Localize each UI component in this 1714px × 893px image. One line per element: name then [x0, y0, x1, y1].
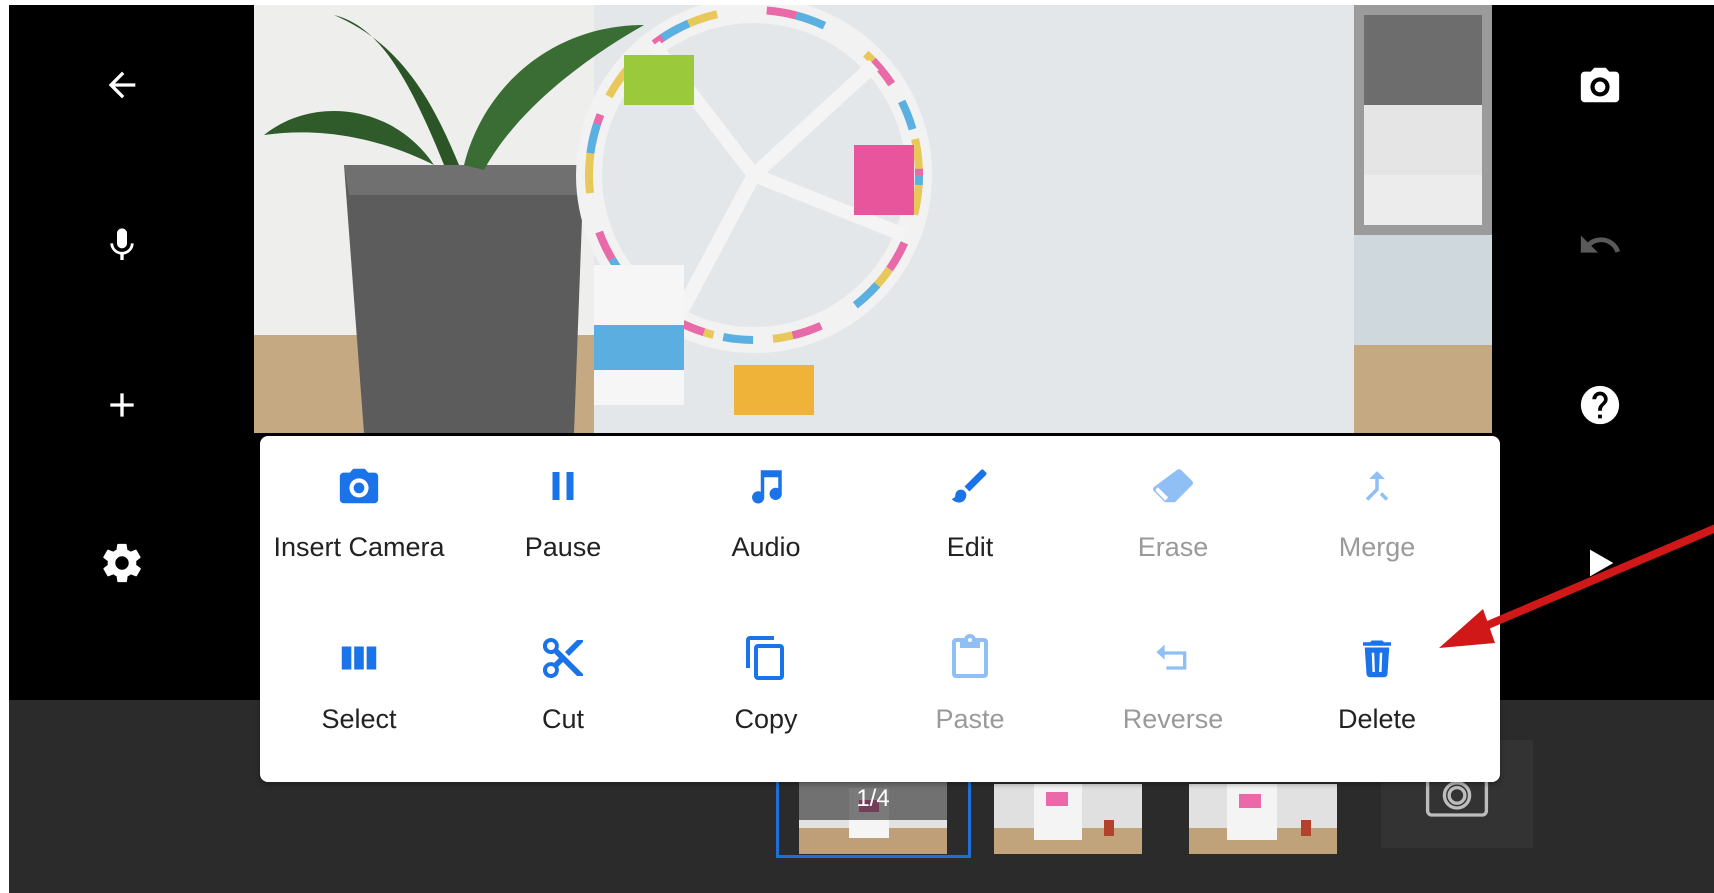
frame-thumbnail-2[interactable]: [994, 784, 1142, 860]
menu-pause[interactable]: Pause: [463, 436, 663, 596]
menu-merge-label: Merge: [1338, 532, 1416, 562]
menu-copy[interactable]: Copy: [666, 608, 866, 768]
copy-icon: [746, 636, 784, 680]
select-frames-icon: [341, 646, 377, 670]
menu-edit[interactable]: Edit: [870, 436, 1070, 596]
menu-pause-label: Pause: [524, 532, 602, 562]
menu-cut-label: Cut: [541, 704, 585, 734]
frame-counter: 1/4: [799, 778, 947, 820]
right-toolbar: [1484, 5, 1714, 700]
merge-icon: [1365, 471, 1389, 501]
menu-merge[interactable]: Merge: [1277, 436, 1477, 596]
play-icon: [1590, 549, 1614, 577]
brush-icon: [951, 469, 987, 503]
menu-select-label: Select: [321, 704, 397, 734]
plus-icon: [110, 393, 134, 417]
gear-icon: [103, 543, 141, 583]
reverse-icon: [1156, 644, 1187, 670]
menu-cut[interactable]: Cut: [463, 608, 663, 768]
menu-erase-label: Erase: [1137, 532, 1209, 562]
menu-reverse-label: Reverse: [1122, 704, 1224, 734]
left-toolbar: [9, 5, 254, 700]
back-button[interactable]: [92, 55, 152, 115]
eraser-icon: [1153, 469, 1193, 503]
menu-audio[interactable]: Audio: [666, 436, 866, 596]
camera-icon: [1580, 67, 1620, 103]
menu-copy-label: Copy: [734, 704, 798, 734]
help-icon: [1580, 385, 1620, 425]
menu-reverse[interactable]: Reverse: [1073, 608, 1273, 768]
app-frame: 1/4 Insert Camera Pause Audio Edit Erase…: [9, 5, 1714, 893]
undo-button[interactable]: [1570, 215, 1630, 275]
capture-button[interactable]: [1570, 55, 1630, 115]
pause-icon: [552, 472, 574, 500]
frame-thumbnail-2-image: [994, 784, 1142, 854]
back-arrow-icon: [108, 71, 136, 99]
menu-erase[interactable]: Erase: [1073, 436, 1273, 596]
record-audio-button[interactable]: [92, 215, 152, 275]
camera-icon: [339, 468, 379, 504]
settings-button[interactable]: [92, 533, 152, 593]
menu-delete-label: Delete: [1337, 704, 1417, 734]
menu-paste-label: Paste: [935, 704, 1005, 734]
camera-preview: [254, 5, 1492, 433]
menu-delete[interactable]: Delete: [1277, 608, 1477, 768]
trash-icon: [1363, 640, 1391, 678]
menu-audio-label: Audio: [731, 532, 801, 562]
menu-edit-label: Edit: [946, 532, 994, 562]
play-button[interactable]: [1570, 533, 1630, 593]
clipboard-icon: [952, 634, 988, 678]
frame-thumbnail-1[interactable]: 1/4: [799, 778, 947, 854]
frame-thumbnail-3-image: [1189, 784, 1337, 854]
menu-insert-camera-label: Insert Camera: [273, 532, 445, 562]
help-button[interactable]: [1570, 375, 1630, 435]
microphone-icon: [110, 228, 134, 260]
frame-thumbnail-3[interactable]: [1189, 784, 1337, 860]
menu-select[interactable]: Select: [259, 608, 459, 768]
scissors-icon: [542, 638, 583, 679]
menu-paste[interactable]: Paste: [870, 608, 1070, 768]
undo-icon: [1580, 235, 1621, 253]
add-button[interactable]: [92, 375, 152, 435]
menu-insert-camera[interactable]: Insert Camera: [259, 436, 459, 596]
frame-action-menu: Insert Camera Pause Audio Edit Erase Mer…: [260, 436, 1500, 782]
music-note-icon: [752, 470, 782, 504]
preview-scene: [254, 5, 1492, 433]
